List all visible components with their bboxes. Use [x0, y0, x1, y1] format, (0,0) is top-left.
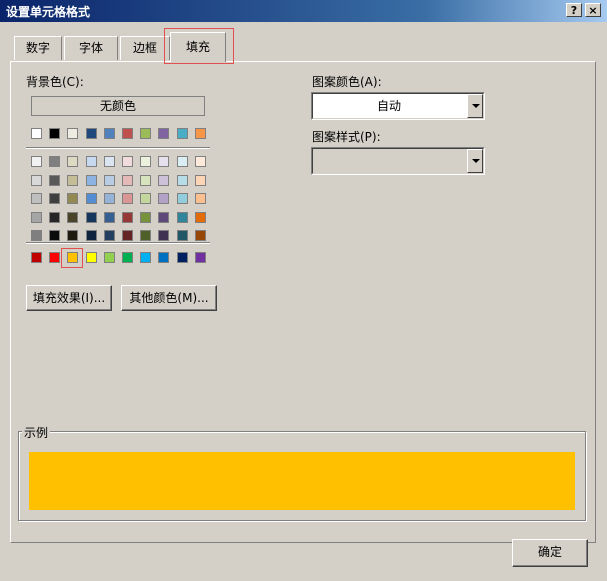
- window-title: 设置单元格格式: [6, 5, 91, 19]
- color-swatch[interactable]: [31, 230, 42, 241]
- standard-color-swatch[interactable]: [122, 252, 133, 263]
- more-colors-button[interactable]: 其他颜色(M)...: [121, 285, 217, 311]
- color-swatch[interactable]: [103, 174, 115, 186]
- pattern-style-label: 图案样式(P):: [312, 130, 381, 144]
- color-swatch[interactable]: [103, 128, 115, 139]
- color-swatch[interactable]: [158, 174, 170, 186]
- color-swatch[interactable]: [67, 211, 79, 223]
- palette-separator: [26, 242, 210, 244]
- color-swatch[interactable]: [85, 193, 97, 204]
- color-swatch[interactable]: [194, 174, 206, 186]
- color-swatch[interactable]: [85, 128, 97, 139]
- background-color-label: 背景色(C):: [26, 75, 84, 89]
- color-swatch[interactable]: [31, 211, 42, 223]
- standard-color-swatch[interactable]: [158, 252, 170, 263]
- tab-font[interactable]: 字体: [64, 36, 118, 60]
- color-swatch[interactable]: [140, 211, 152, 223]
- color-swatch[interactable]: [31, 174, 42, 186]
- color-swatch[interactable]: [176, 193, 188, 204]
- chevron-down-icon[interactable]: [467, 149, 483, 173]
- color-swatch[interactable]: [103, 211, 115, 223]
- pattern-style-select[interactable]: [311, 147, 485, 175]
- color-swatch[interactable]: [158, 230, 170, 241]
- color-swatch[interactable]: [122, 174, 133, 186]
- help-button[interactable]: ?: [566, 3, 582, 17]
- color-swatch[interactable]: [140, 230, 152, 241]
- standard-color-swatch[interactable]: [103, 252, 115, 263]
- color-swatch[interactable]: [140, 174, 152, 186]
- color-swatch[interactable]: [158, 193, 170, 204]
- chevron-down-icon[interactable]: [467, 94, 483, 118]
- standard-color-swatch[interactable]: [194, 252, 206, 263]
- color-swatch[interactable]: [140, 128, 152, 139]
- color-swatch[interactable]: [49, 156, 61, 167]
- color-swatch[interactable]: [67, 230, 79, 241]
- close-button[interactable]: ×: [585, 3, 601, 17]
- tab-fill-highlight: [164, 28, 234, 64]
- color-swatch[interactable]: [49, 174, 61, 186]
- color-swatch[interactable]: [85, 174, 97, 186]
- color-swatch[interactable]: [194, 230, 206, 241]
- color-swatch[interactable]: [176, 211, 188, 223]
- color-swatch[interactable]: [103, 193, 115, 204]
- tab-border[interactable]: 边框: [120, 36, 170, 60]
- color-swatch[interactable]: [176, 156, 188, 167]
- color-swatch[interactable]: [194, 211, 206, 223]
- color-swatch[interactable]: [122, 230, 133, 241]
- selected-swatch-highlight: [61, 248, 83, 268]
- color-swatch[interactable]: [158, 128, 170, 139]
- sample-preview: [29, 452, 575, 510]
- color-swatch[interactable]: [31, 156, 42, 167]
- color-swatch[interactable]: [103, 230, 115, 241]
- pattern-color-select[interactable]: 自动: [311, 92, 485, 120]
- color-swatch[interactable]: [67, 193, 79, 204]
- color-swatch[interactable]: [67, 156, 79, 167]
- color-swatch[interactable]: [85, 156, 97, 167]
- color-swatch[interactable]: [176, 174, 188, 186]
- color-swatch[interactable]: [67, 128, 79, 139]
- color-swatch[interactable]: [122, 156, 133, 167]
- standard-color-swatch[interactable]: [49, 252, 61, 263]
- pattern-color-label: 图案颜色(A):: [312, 75, 382, 89]
- color-swatch[interactable]: [140, 156, 152, 167]
- color-swatch[interactable]: [49, 211, 61, 223]
- title-bar: 设置单元格格式 ? ×: [0, 0, 607, 22]
- color-swatch[interactable]: [49, 193, 61, 204]
- color-swatch[interactable]: [122, 128, 133, 139]
- color-swatch[interactable]: [158, 156, 170, 167]
- no-color-button[interactable]: 无颜色: [31, 96, 205, 116]
- ok-button[interactable]: 确定: [512, 539, 588, 567]
- color-swatch[interactable]: [49, 128, 61, 139]
- color-swatch[interactable]: [85, 211, 97, 223]
- color-swatch[interactable]: [31, 193, 42, 204]
- fill-effects-button[interactable]: 填充效果(I)...: [26, 285, 112, 311]
- tab-number[interactable]: 数字: [14, 36, 62, 60]
- pattern-style-value: [313, 149, 465, 173]
- standard-color-swatch[interactable]: [176, 252, 188, 263]
- standard-color-swatch[interactable]: [85, 252, 97, 263]
- color-swatch[interactable]: [85, 230, 97, 241]
- standard-color-swatch[interactable]: [140, 252, 152, 263]
- color-swatch[interactable]: [122, 211, 133, 223]
- color-swatch[interactable]: [176, 128, 188, 139]
- pattern-color-value: 自动: [376, 99, 401, 113]
- color-swatch[interactable]: [194, 193, 206, 204]
- palette-separator: [26, 147, 210, 149]
- color-swatch[interactable]: [194, 128, 206, 139]
- color-swatch[interactable]: [194, 156, 206, 167]
- color-swatch[interactable]: [176, 230, 188, 241]
- color-swatch[interactable]: [31, 128, 42, 139]
- color-swatch[interactable]: [158, 211, 170, 223]
- color-swatch[interactable]: [49, 230, 61, 241]
- color-swatch[interactable]: [103, 156, 115, 167]
- color-swatch[interactable]: [67, 174, 79, 186]
- standard-color-swatch[interactable]: [31, 252, 42, 263]
- sample-title: 示例: [22, 424, 51, 441]
- color-swatch[interactable]: [140, 193, 152, 204]
- color-swatch[interactable]: [122, 193, 133, 204]
